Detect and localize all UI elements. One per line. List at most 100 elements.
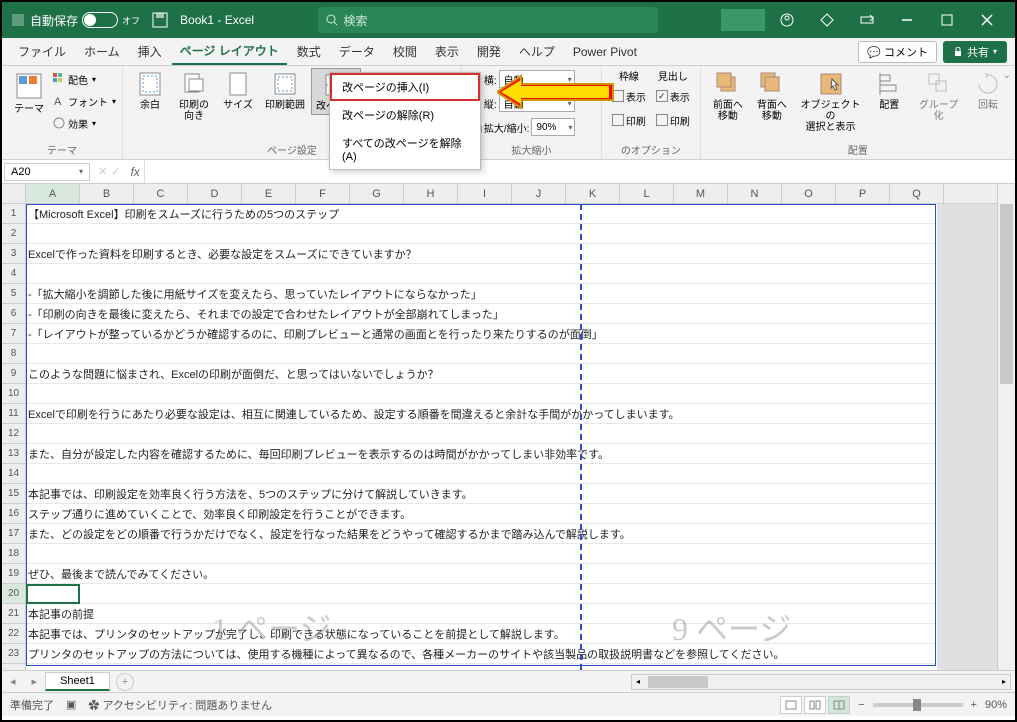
zoom-level[interactable]: 90% [985, 699, 1007, 711]
add-sheet-button[interactable]: + [116, 673, 134, 691]
select-all-corner[interactable] [2, 184, 26, 204]
name-box[interactable]: A20 [4, 163, 90, 181]
enter-formula-icon[interactable]: ✓ [111, 165, 120, 178]
table-row[interactable]: また、どの設定をどの順番で行うかだけでなく、設定を行なった結果をどうやって確認す… [26, 524, 997, 544]
table-row[interactable]: 本記事では、プリンタのセットアップが完了し、印刷できる状態になっていることを前提… [26, 624, 997, 644]
column-header[interactable]: G [350, 184, 404, 203]
tab-powerpivot[interactable]: Power Pivot [565, 41, 645, 63]
table-row[interactable] [26, 224, 997, 244]
column-header[interactable]: E [242, 184, 296, 203]
reset-all-page-breaks-item[interactable]: すべての改ページを解除(A) [330, 129, 480, 169]
vertical-scrollbar[interactable] [997, 184, 1015, 670]
autosave-toggle[interactable]: 自動保存 オフ [30, 12, 140, 29]
column-header[interactable]: P [836, 184, 890, 203]
table-row[interactable]: 本記事の前提 [26, 604, 997, 624]
table-row[interactable]: Excelで作った資料を印刷するとき、必要な設定をスムーズにできていますか？ [26, 244, 997, 264]
table-row[interactable]: -「レイアウトが整っているかどうか確認するのに、印刷プレビューと通常の画面とを行… [26, 324, 997, 344]
zoom-slider[interactable] [873, 703, 963, 707]
tab-data[interactable]: データ [331, 39, 383, 64]
selection-pane-button[interactable]: オブジェクトの 選択と表示 [795, 68, 866, 135]
row-header[interactable]: 7 [2, 324, 25, 344]
table-row[interactable]: 本記事では、印刷設定を効率良く行う方法を、5つのステップに分けて解説していきます… [26, 484, 997, 504]
column-header[interactable]: N [728, 184, 782, 203]
column-header[interactable]: C [134, 184, 188, 203]
table-row[interactable]: ぜひ、最後まで読んでみてください。 [26, 564, 997, 584]
table-row[interactable]: Excelで印刷を行うにあたり必要な設定は、相互に関連しているため、設定する順番… [26, 404, 997, 424]
row-header[interactable]: 1 [2, 204, 25, 224]
cells-area[interactable]: 【Microsoft Excel】印刷をスムーズに行うための5つのステップ Exc… [26, 204, 997, 670]
column-header[interactable]: D [188, 184, 242, 203]
table-row[interactable] [26, 464, 997, 484]
normal-view-button[interactable] [780, 696, 802, 714]
row-header[interactable]: 10 [2, 384, 25, 404]
tab-developer[interactable]: 開発 [469, 39, 509, 64]
row-header[interactable]: 11 [2, 404, 25, 424]
tab-page-layout[interactable]: ページ レイアウト [172, 38, 287, 65]
bring-forward-button[interactable]: 前面へ 移動 [707, 68, 749, 124]
row-header[interactable]: 17 [2, 524, 25, 544]
print-area-button[interactable]: 印刷範囲 [261, 68, 309, 113]
column-header[interactable]: Q [890, 184, 944, 203]
cancel-formula-icon[interactable]: ✕ [98, 165, 107, 178]
column-header[interactable]: J [512, 184, 566, 203]
table-row[interactable]: 【Microsoft Excel】印刷をスムーズに行うための5つのステップ [26, 204, 997, 224]
row-header[interactable]: 22 [2, 624, 25, 644]
close-button[interactable] [967, 2, 1007, 38]
formula-input[interactable] [144, 160, 1015, 183]
search-box[interactable]: 検索 [318, 7, 658, 33]
gridlines-print-check[interactable]: 印刷 [612, 109, 646, 131]
remove-page-break-item[interactable]: 改ページの解除(R) [330, 101, 480, 129]
ribbon-collapse-icon[interactable]: ⌄ [1003, 70, 1011, 81]
headings-print-check[interactable]: 印刷 [656, 109, 690, 131]
row-header[interactable]: 2 [2, 224, 25, 244]
align-button[interactable]: 配置 [868, 68, 910, 113]
user-block[interactable] [721, 9, 765, 31]
maximize-button[interactable] [927, 2, 967, 38]
comments-button[interactable]: 💬 コメント [858, 41, 937, 63]
row-header[interactable]: 20 [2, 584, 25, 604]
size-button[interactable]: サイズ [217, 68, 259, 113]
minimize-button[interactable] [887, 2, 927, 38]
tab-insert[interactable]: 挿入 [130, 39, 170, 64]
zoom-out-button[interactable]: − [858, 699, 864, 711]
row-header[interactable]: 4 [2, 264, 25, 284]
row-header[interactable]: 6 [2, 304, 25, 324]
table-row[interactable]: -「拡大縮小を調節した後に用紙サイズを変えたら、思っていたレイアウトにならなかっ… [26, 284, 997, 304]
row-header[interactable]: 18 [2, 544, 25, 564]
row-header[interactable]: 12 [2, 424, 25, 444]
horizontal-scrollbar[interactable]: ◂▸ [631, 674, 1011, 690]
row-header[interactable]: 16 [2, 504, 25, 524]
fonts-button[interactable]: Aフォント▾ [52, 90, 116, 112]
column-header[interactable]: M [674, 184, 728, 203]
column-header[interactable]: A [26, 184, 80, 203]
scale-combo[interactable]: 90% [531, 118, 575, 136]
row-header[interactable]: 5 [2, 284, 25, 304]
table-row[interactable]: プリンタのセットアップの方法については、使用する機種によって異なるので、各種メー… [26, 644, 997, 664]
macro-record-icon[interactable]: ▣ [66, 698, 76, 711]
table-row[interactable]: ステップ通りに進めていくことで、効率良く印刷設定を行うことができます。 [26, 504, 997, 524]
tab-review[interactable]: 校閲 [385, 39, 425, 64]
row-header[interactable]: 3 [2, 244, 25, 264]
ribbon-options-icon[interactable] [847, 2, 887, 38]
save-icon[interactable] [152, 12, 168, 28]
margins-button[interactable]: 余白 [129, 68, 171, 113]
column-header[interactable]: B [80, 184, 134, 203]
table-row[interactable] [26, 544, 997, 564]
zoom-in-button[interactable]: + [971, 699, 977, 711]
row-header[interactable]: 15 [2, 484, 25, 504]
tab-view[interactable]: 表示 [427, 39, 467, 64]
account-icon[interactable] [767, 2, 807, 38]
column-header[interactable]: L [620, 184, 674, 203]
sheet-tab-sheet1[interactable]: Sheet1 [45, 672, 110, 691]
row-header[interactable]: 9 [2, 364, 25, 384]
orientation-button[interactable]: 印刷の 向き [173, 68, 215, 124]
themes-button[interactable]: テーマ [8, 68, 50, 117]
tab-home[interactable]: ホーム [76, 39, 128, 64]
column-header[interactable]: H [404, 184, 458, 203]
effects-button[interactable]: 効果▾ [52, 112, 116, 134]
row-header[interactable]: 23 [2, 644, 25, 664]
group-button[interactable]: グループ化 [912, 68, 965, 124]
colors-button[interactable]: 配色▾ [52, 68, 116, 90]
row-header[interactable]: 19 [2, 564, 25, 584]
row-header[interactable]: 13 [2, 444, 25, 464]
